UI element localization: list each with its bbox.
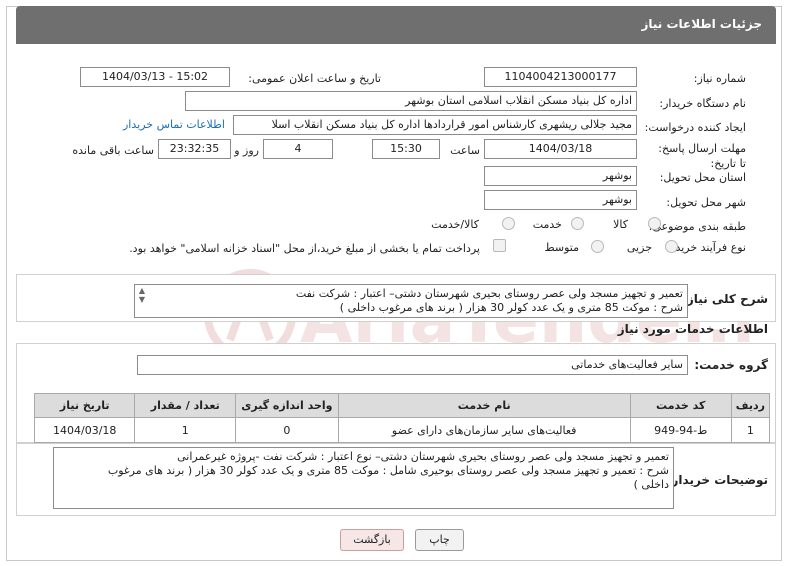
print-button[interactable]: چاپ — [415, 529, 464, 551]
col-service-code: کد خدمت — [629, 393, 732, 418]
category-label: طبقه بندی موضوعی: — [648, 220, 746, 233]
scroll-arrows-icon[interactable]: ▲ ▼ — [136, 286, 148, 304]
process-option-minor: جزیی — [626, 241, 652, 254]
category-radio-goods[interactable] — [648, 217, 661, 230]
cell-service-name: فعالیت‌های سایر سازمان‌های دارای عضو — [337, 417, 631, 443]
announce-field: 1404/03/13 - 15:02 — [80, 67, 230, 87]
province-label: استان محل تحویل: — [659, 171, 746, 184]
cell-need-date: 1404/03/18 — [33, 417, 136, 443]
back-button[interactable]: بازگشت — [340, 529, 404, 551]
need-number-field: 1104004213000177 — [484, 67, 637, 87]
col-row-number: ردیف — [730, 393, 771, 418]
col-need-date: تاریخ نیاز — [33, 393, 136, 418]
col-service-name: نام خدمت — [337, 393, 631, 418]
deadline-time-label: ساعت — [450, 144, 480, 157]
buyer-notes-line-1: تعمیر و تجهیز مسجد ولی عصر روستای بحیری … — [177, 450, 669, 463]
process-radio-minor[interactable] — [665, 240, 678, 253]
buyer-notes-line-3: داخلی ) — [633, 478, 669, 491]
cell-quantity: 1 — [134, 417, 237, 443]
process-label: نوع فرآیند خرید : — [668, 241, 746, 254]
province-field: بوشهر — [484, 166, 637, 186]
buyer-label: نام دستگاه خریدار: — [659, 97, 746, 110]
category-radio-both[interactable] — [502, 217, 515, 230]
page-header: جزئیات اطلاعات نیاز — [16, 6, 776, 44]
summary-textarea[interactable]: تعمیر و تجهیز مسجد ولی عصر روستای بحیری … — [134, 284, 688, 318]
buyer-notes-line-2: شرح : تعمیر و تجهیز مسجد ولی عصر روستای … — [107, 464, 669, 477]
days-field: 4 — [263, 139, 333, 159]
days-label: روز و — [234, 144, 259, 157]
buyer-notes-textarea[interactable]: تعمیر و تجهیز مسجد ولی عصر روستای بحیری … — [53, 447, 674, 509]
deadline-label: مهلت ارسال پاسخ: تا تاریخ: — [658, 142, 746, 170]
city-field: بوشهر — [484, 190, 637, 210]
service-group-label: گروه خدمت: — [694, 358, 768, 372]
page-title: جزئیات اطلاعات نیاز — [641, 17, 762, 31]
creator-field: مجید جلالی ریشهری کارشناس امور قراردادها… — [233, 115, 637, 135]
category-radio-service[interactable] — [571, 217, 584, 230]
buyer-notes-label: توضیحات خریدار: — [666, 473, 768, 487]
category-option-both: کالا/خدمت — [431, 218, 479, 231]
cell-service-code: ط-94-949 — [629, 417, 732, 443]
creator-label: ایجاد کننده درخواست: — [644, 121, 746, 134]
payment-note: پرداخت تمام یا بخشی از مبلغ خرید،از محل … — [129, 242, 480, 255]
announce-label: تاریخ و ساعت اعلان عمومی: — [248, 72, 381, 85]
summary-line-2: شرح : موکت 85 متری و یک عدد کولر 30 هزار… — [339, 301, 683, 314]
city-label: شهر محل تحویل: — [666, 196, 746, 209]
deadline-time-field: 15:30 — [372, 139, 440, 159]
process-option-medium: متوسط — [544, 241, 579, 254]
summary-line-1: تعمیر و تجهیز مسجد ولی عصر روستای بحیری … — [295, 287, 683, 300]
deadline-date-field: 1404/03/18 — [484, 139, 637, 159]
cell-unit: 0 — [235, 417, 339, 443]
process-radio-medium[interactable] — [591, 240, 604, 253]
category-option-service: خدمت — [532, 218, 562, 231]
need-number-label: شماره نیاز: — [693, 72, 746, 85]
buyer-field: اداره کل بنیاد مسکن انقلاب اسلامی استان … — [185, 91, 637, 111]
contact-info-link[interactable]: اطلاعات تماس خریدار — [123, 118, 225, 131]
cell-row-number: 1 — [730, 417, 771, 443]
col-unit: واحد اندازه گیری — [235, 393, 339, 418]
summary-label: شرح کلی نیاز: — [682, 292, 768, 306]
remaining-time-field: 23:32:35 — [158, 139, 231, 159]
table-row: 1 ط-94-949 فعالیت‌های سایر سازمان‌های دا… — [33, 417, 771, 443]
category-option-goods: کالا — [613, 218, 628, 231]
table-header-row: ردیف کد خدمت نام خدمت واحد اندازه گیری ت… — [33, 393, 771, 418]
service-group-field: سایر فعالیت‌های خدماتی — [137, 355, 688, 375]
col-quantity: تعداد / مقدار — [134, 393, 237, 418]
services-title: اطلاعات خدمات مورد نیاز — [617, 322, 768, 336]
treasury-checkbox[interactable] — [493, 239, 506, 252]
services-table: ردیف کد خدمت نام خدمت واحد اندازه گیری ت… — [33, 393, 771, 443]
remaining-label: ساعت باقی مانده — [72, 144, 154, 157]
